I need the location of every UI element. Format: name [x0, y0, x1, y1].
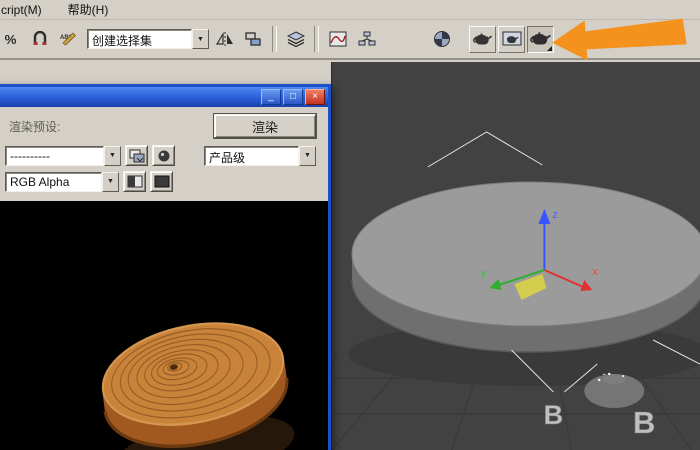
menu-help[interactable]: 帮助(H)	[63, 0, 114, 20]
menu-maxscript[interactable]: cript(M)	[0, 1, 47, 19]
mirror-icon	[215, 31, 233, 46]
align-button[interactable]	[240, 26, 267, 53]
chevron-down-icon[interactable]: ▼	[192, 29, 209, 49]
maximize-button[interactable]: □	[283, 89, 303, 105]
split-channel-button[interactable]	[123, 171, 146, 192]
perspective-viewport[interactable]: z x y B B	[331, 62, 700, 450]
edit-named-selection-button[interactable]: ABC	[55, 26, 82, 53]
chevron-down-icon[interactable]: ▼	[102, 171, 119, 192]
schematic-view-icon	[358, 31, 375, 46]
split-channel-icon	[127, 175, 142, 188]
render-setup-button[interactable]	[469, 25, 496, 53]
channel-display-value: RGB Alpha	[5, 171, 102, 192]
edit-named-selection-icon: ABC	[60, 32, 76, 46]
flyout-triangle-icon	[547, 45, 552, 51]
clone-window-icon	[158, 150, 169, 161]
axis-z-label: z	[552, 209, 557, 221]
align-icon	[244, 32, 261, 46]
render-setup-icon	[472, 33, 492, 44]
material-editor-button[interactable]	[428, 26, 455, 53]
named-selection-set-combobox[interactable]: 创建选择集 ▼	[87, 29, 209, 49]
curve-editor-button[interactable]	[324, 26, 351, 53]
rendered-image-canvas	[0, 201, 328, 450]
axis-y-label: y	[481, 267, 487, 279]
save-image-button[interactable]	[125, 145, 148, 166]
percent-snap-icon: %	[4, 31, 17, 47]
dialog-body: 渲染预设: 渲染 ---------- ▼ 产品级 ▼ RGB Alpha ▼	[0, 107, 328, 450]
save-image-icon	[129, 149, 144, 162]
curve-editor-icon	[329, 31, 346, 47]
material-editor-icon	[433, 31, 450, 47]
spinner-snap-button[interactable]	[26, 26, 53, 53]
viewport-canvas: z x y B B	[332, 62, 700, 450]
mirror-button[interactable]	[211, 26, 238, 53]
schematic-view-button[interactable]	[353, 26, 380, 53]
rendered-frame-window-icon	[502, 31, 521, 45]
axis-x-label: x	[592, 266, 598, 278]
main-toolbar: % ABC 创建选择集 ▼	[0, 20, 700, 60]
render-preset-combobox[interactable]: ---------- ▼	[5, 145, 121, 166]
workspace: z x y B B _ □ × 渲染预设: 渲染 ---------- ▼ 产品…	[0, 62, 700, 450]
toolbar-separator	[272, 26, 277, 52]
rendered-wood-disc	[0, 201, 328, 450]
render-dialog-window: _ □ × 渲染预设: 渲染 ---------- ▼ 产品级 ▼ RGB Al…	[0, 84, 331, 450]
percent-snap-button[interactable]: %	[0, 26, 24, 53]
watermark-letter-b1: B	[544, 400, 563, 430]
chevron-down-icon[interactable]: ▼	[104, 145, 121, 166]
cylinder-object[interactable]	[351, 181, 700, 353]
close-button[interactable]: ×	[305, 89, 325, 105]
render-preset-value: ----------	[5, 145, 104, 166]
menu-bar: cript(M) 帮助(H)	[0, 0, 700, 20]
render-mode-value: 产品级	[204, 145, 299, 166]
solid-channel-icon	[154, 175, 169, 188]
spinner-snap-icon	[33, 31, 46, 45]
minimize-button[interactable]: _	[261, 89, 281, 105]
selection-set-value: 创建选择集	[87, 29, 192, 49]
chevron-down-icon[interactable]: ▼	[299, 145, 316, 166]
watermark-letter-b2: B	[633, 405, 655, 440]
render-preset-label: 渲染预设:	[9, 119, 61, 134]
channel-display-combobox[interactable]: RGB Alpha ▼	[5, 171, 119, 192]
layer-manager-button[interactable]	[282, 26, 309, 53]
application-window: cript(M) 帮助(H) % ABC 创建选择集 ▼ z x y B B _…	[0, 0, 700, 450]
clone-window-button[interactable]	[152, 145, 175, 166]
dialog-titlebar[interactable]: _ □ ×	[0, 87, 328, 107]
render-button[interactable]: 渲染	[214, 114, 316, 138]
quick-render-button[interactable]	[527, 25, 554, 53]
solid-channel-button[interactable]	[150, 171, 173, 192]
rendered-frame-window-button[interactable]	[498, 25, 525, 53]
layer-manager-icon	[286, 31, 305, 47]
render-mode-combobox[interactable]: 产品级 ▼	[204, 145, 316, 166]
toolbar-separator	[314, 26, 319, 52]
